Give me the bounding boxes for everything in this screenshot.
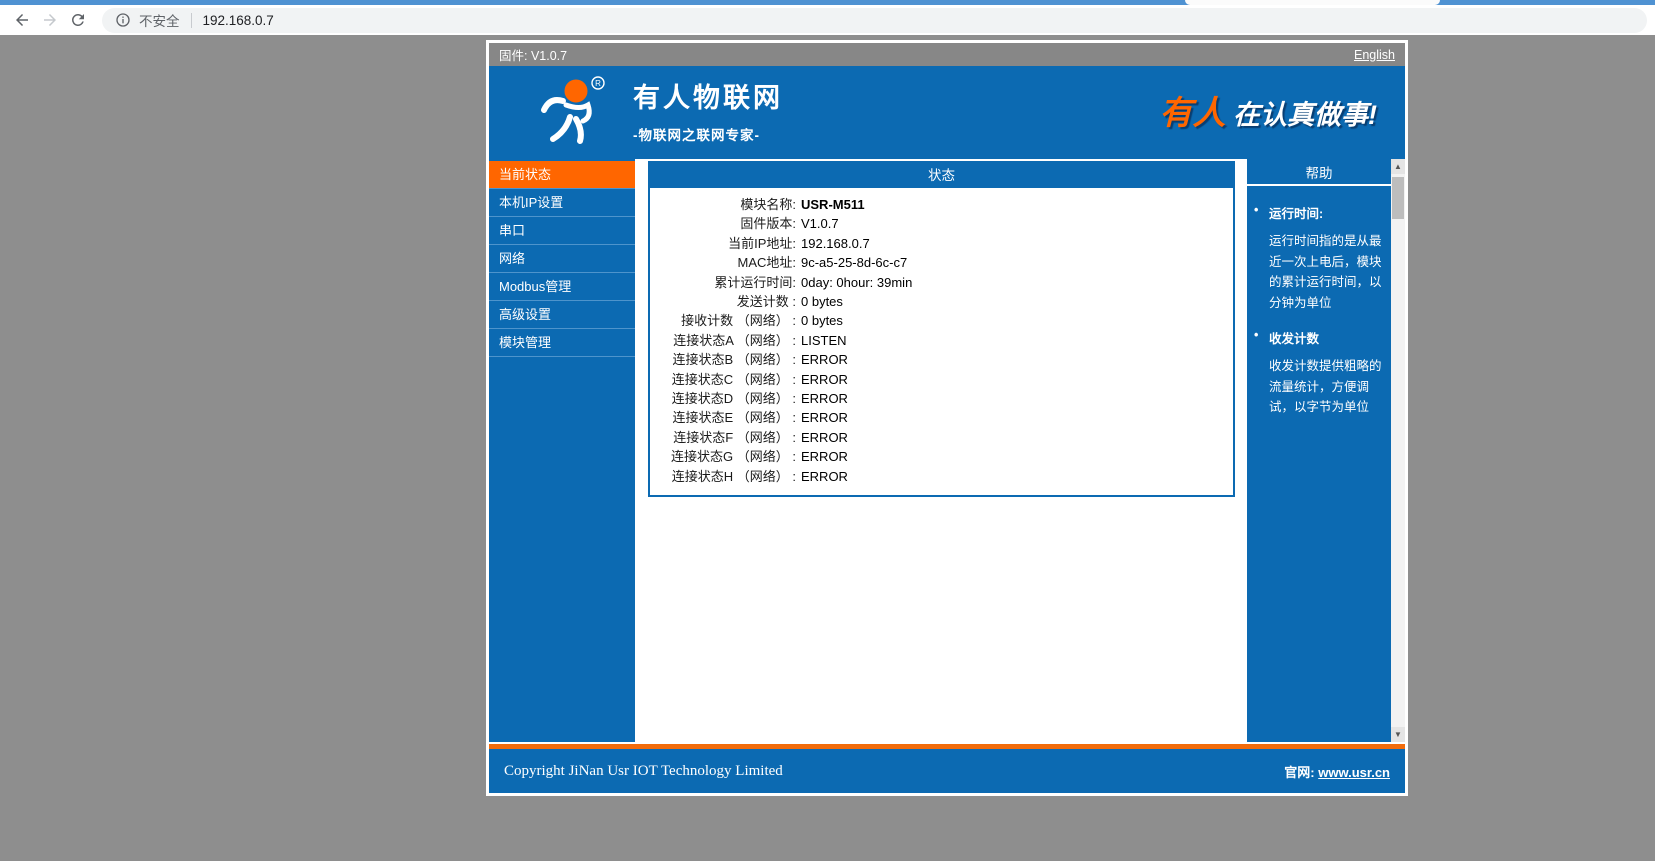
- sidebar-item-modbus[interactable]: Modbus管理: [489, 273, 635, 301]
- brand-block: 有人物联网 -物联网之联网专家-: [633, 76, 783, 144]
- content-row: 当前状态 本机IP设置 串口 网络 Modbus管理 高级设置 模块管理 状态 …: [489, 153, 1405, 742]
- status-panel: 状态 模块名称: USR-M511 固件版本: V1.0.7 当前IP地址: 1…: [648, 161, 1235, 497]
- status-row-conn-f: 连接状态F （网络） : ERROR: [650, 428, 1233, 447]
- main-column: 状态 模块名称: USR-M511 固件版本: V1.0.7 当前IP地址: 1…: [635, 159, 1247, 742]
- brand-title: 有人物联网: [633, 76, 783, 115]
- site-link[interactable]: www.usr.cn: [1318, 765, 1390, 780]
- help-heading-counters: 收发计数: [1269, 328, 1319, 347]
- brand-slogan: 有人 在认真做事!: [1160, 86, 1377, 134]
- status-row-firmware: 固件版本: V1.0.7: [650, 214, 1233, 233]
- security-label: 不安全: [139, 10, 180, 30]
- page-topbar: 固件: V1.0.7 English: [489, 43, 1405, 66]
- sidebar-item-advanced[interactable]: 高级设置: [489, 301, 635, 329]
- sidebar-item-module-mgmt[interactable]: 模块管理: [489, 329, 635, 357]
- status-row-conn-c: 连接状态C （网络） : ERROR: [650, 370, 1233, 389]
- status-row-conn-a: 连接状态A （网络） : LISTEN: [650, 331, 1233, 350]
- slogan-orange-text: 有人: [1160, 94, 1226, 131]
- status-row-conn-d: 连接状态D （网络） : ERROR: [650, 389, 1233, 408]
- back-button[interactable]: [8, 7, 36, 33]
- help-text-uptime: 运行时间指的是从最近一次上电后，模块的累计运行时间，以分钟为单位: [1254, 231, 1382, 313]
- device-config-page: 固件: V1.0.7 English R 有人物联网 -物联网之联网专家- 有人…: [486, 40, 1408, 796]
- help-panel-title: 帮助: [1247, 161, 1391, 186]
- usr-logo-icon: R: [535, 74, 607, 146]
- status-row-conn-g: 连接状态G （网络） : ERROR: [650, 447, 1233, 466]
- status-row-conn-b: 连接状态B （网络） : ERROR: [650, 350, 1233, 369]
- scrollbar-thumb[interactable]: [1392, 177, 1404, 219]
- status-row-tx-count: 发送计数 : 0 bytes: [650, 292, 1233, 311]
- official-site: 官网: www.usr.cn: [1284, 762, 1390, 781]
- sidebar-item-local-ip[interactable]: 本机IP设置: [489, 189, 635, 217]
- help-heading-uptime: 运行时间:: [1269, 203, 1323, 222]
- status-row-mac: MAC地址: 9c-a5-25-8d-6c-c7: [650, 253, 1233, 272]
- arrow-left-icon: [13, 11, 31, 29]
- status-row-rx-count: 接收计数 （网络） : 0 bytes: [650, 311, 1233, 330]
- status-row-conn-h: 连接状态H （网络） : ERROR: [650, 467, 1233, 486]
- firmware-version-label: 固件: V1.0.7: [499, 45, 567, 64]
- refresh-icon: [69, 11, 87, 29]
- status-row-module-name: 模块名称: USR-M511: [650, 195, 1233, 214]
- status-row-conn-e: 连接状态E （网络） : ERROR: [650, 408, 1233, 427]
- sidebar-item-current-status[interactable]: 当前状态: [489, 161, 635, 189]
- english-language-link[interactable]: English: [1354, 48, 1395, 62]
- site-label: 官网:: [1284, 765, 1314, 780]
- page-header: R 有人物联网 -物联网之联网专家- 有人 在认真做事!: [489, 66, 1405, 153]
- status-row-uptime: 累计运行时间: 0day: 0hour: 39min: [650, 273, 1233, 292]
- sidebar-item-network[interactable]: 网络: [489, 245, 635, 273]
- desktop-background: 固件: V1.0.7 English R 有人物联网 -物联网之联网专家- 有人…: [0, 35, 1655, 861]
- status-panel-title: 状态: [650, 163, 1233, 188]
- forward-button[interactable]: [36, 7, 64, 33]
- help-section-counters: • 收发计数 收发计数提供粗略的流量统计，方便调试，以字节为单位: [1254, 328, 1382, 418]
- address-divider: [191, 13, 192, 28]
- help-panel: 帮助 • 运行时间: 运行时间指的是从最近一次上电后，模块的累计运行时间，以分钟…: [1247, 159, 1391, 742]
- page-footer: Copyright JiNan Usr IOT Technology Limit…: [489, 749, 1405, 793]
- refresh-button[interactable]: [64, 7, 92, 33]
- copyright-text: Copyright JiNan Usr IOT Technology Limit…: [504, 763, 783, 780]
- url-text: 192.168.0.7: [203, 13, 274, 28]
- active-tab-top: [1185, 0, 1440, 5]
- status-panel-body: 模块名称: USR-M511 固件版本: V1.0.7 当前IP地址: 192.…: [650, 188, 1233, 495]
- svg-text:R: R: [595, 79, 601, 88]
- help-text-counters: 收发计数提供粗略的流量统计，方便调试，以字节为单位: [1254, 356, 1382, 418]
- bullet-icon: •: [1254, 328, 1269, 347]
- info-icon: [115, 12, 131, 28]
- browser-tabstrip: [0, 0, 1655, 5]
- scroll-up-icon[interactable]: ▲: [1391, 159, 1405, 174]
- page-scrollbar[interactable]: ▲ ▼: [1391, 159, 1405, 742]
- bullet-icon: •: [1254, 203, 1269, 222]
- slogan-white-text: 在认真做事!: [1233, 100, 1377, 130]
- help-panel-body: • 运行时间: 运行时间指的是从最近一次上电后，模块的累计运行时间，以分钟为单位…: [1247, 186, 1391, 418]
- sidebar-item-serial[interactable]: 串口: [489, 217, 635, 245]
- address-bar[interactable]: 不安全 192.168.0.7: [102, 8, 1647, 33]
- sidebar-menu: 当前状态 本机IP设置 串口 网络 Modbus管理 高级设置 模块管理: [489, 159, 635, 742]
- scroll-down-icon[interactable]: ▼: [1391, 727, 1405, 742]
- help-section-uptime: • 运行时间: 运行时间指的是从最近一次上电后，模块的累计运行时间，以分钟为单位: [1254, 203, 1382, 313]
- arrow-right-icon: [41, 11, 59, 29]
- status-row-ip: 当前IP地址: 192.168.0.7: [650, 234, 1233, 253]
- brand-subtitle: -物联网之联网专家-: [633, 124, 783, 144]
- browser-toolbar: 不安全 192.168.0.7: [0, 5, 1655, 35]
